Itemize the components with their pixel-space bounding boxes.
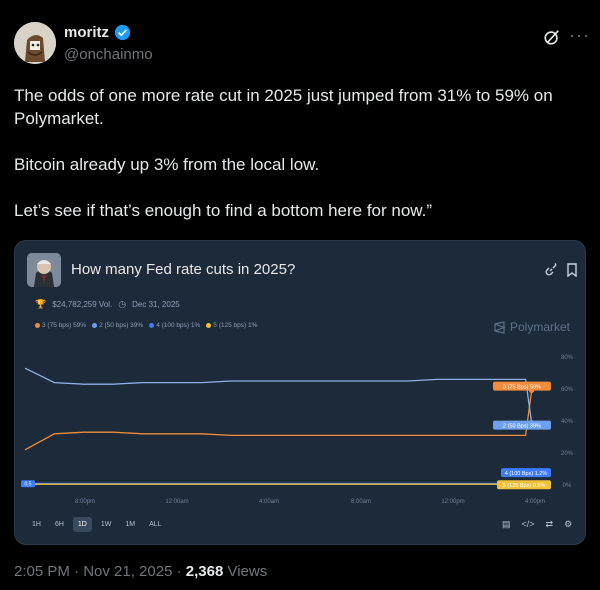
avatar[interactable] [14, 22, 56, 64]
chart-legend: 3 (75 bps) 59% 2 (50 bps) 39% 4 (100 bps… [35, 322, 257, 329]
start-label: 0.5 [25, 482, 32, 488]
legend-item: 4 (100 bps) 1% [149, 322, 200, 329]
settings-gear-icon[interactable]: ⚙ [564, 519, 572, 530]
time-range-selector: 1H 6H 1D 1W 1M ALL [27, 517, 167, 532]
verified-badge-icon [114, 24, 131, 41]
end-label: 2 (50 Bps) 39% [503, 424, 541, 430]
bookmark-icon[interactable] [566, 263, 578, 277]
x-tick-label: 8:00am [351, 499, 371, 505]
tweet-text: The odds of one more rate cut in 2025 ju… [14, 84, 586, 245]
y-tick-label: 0% [563, 483, 572, 489]
range-1d[interactable]: 1D [72, 517, 92, 532]
tweet-paragraph: Bitcoin already up 3% from the local low… [14, 155, 320, 174]
range-6h[interactable]: 6H [50, 517, 69, 532]
end-label: 5 (125 Bps) 0.5% [503, 483, 546, 489]
polymarket-card[interactable]: How many Fed rate cuts in 2025? 🏆 $24,78… [14, 240, 586, 545]
settings-sliders-icon[interactable]: ⇄ [546, 519, 554, 530]
timestamp[interactable]: 2:05 PM · Nov 21, 2025 · [14, 563, 186, 580]
series-line [24, 390, 533, 451]
polymarket-logo-icon [494, 320, 506, 334]
chart-tools: ▤ </> ⇄ ⚙ [502, 519, 572, 530]
display-name[interactable]: moritz [64, 24, 109, 41]
market-meta: 🏆 $24,782,259 Vol. ◷ Dec 31, 2025 [35, 299, 180, 310]
clock-icon: ◷ [118, 299, 127, 309]
embed-code-icon[interactable]: </> [522, 519, 535, 530]
more-options-icon[interactable]: ··· [569, 25, 590, 46]
market-thumbnail [27, 253, 61, 287]
link-icon[interactable] [544, 263, 558, 277]
price-chart[interactable]: 80% 60% 40% 20% 0% 8:00pm 12:00am 4:00am 8:00am 1… [15, 341, 586, 511]
y-tick-label: 40% [561, 419, 574, 425]
series-line [24, 367, 533, 423]
document-icon[interactable]: ▤ [502, 519, 511, 530]
author-handle[interactable]: @onchainmo [64, 46, 153, 63]
legend-item: 5 (125 bps) 1% [206, 322, 257, 329]
legend-item: 2 (50 bps) 39% [92, 322, 143, 329]
x-tick-label: 12:00pm [441, 499, 464, 505]
author-name-row[interactable]: moritz [64, 24, 131, 41]
range-1w[interactable]: 1W [96, 517, 117, 532]
tweet-paragraph: Let’s see if that’s enough to find a bot… [14, 201, 433, 220]
range-1m[interactable]: 1M [120, 517, 140, 532]
tweet-paragraph: The odds of one more rate cut in 2025 ju… [14, 86, 553, 128]
trophy-icon: 🏆 [35, 299, 47, 309]
y-tick-label: 20% [561, 451, 574, 457]
end-label: 3 (75 Bps) 59% [503, 385, 541, 391]
market-volume: $24,782,259 Vol. [52, 300, 113, 309]
x-tick-label: 12:00am [165, 499, 188, 505]
tweet-footer: 2:05 PM · Nov 21, 2025 · 2,368 Views [14, 563, 267, 580]
market-end-date: Dec 31, 2025 [132, 300, 180, 309]
range-1h[interactable]: 1H [27, 517, 46, 532]
legend-item: 3 (75 bps) 59% [35, 322, 86, 329]
views-count: 2,368 [185, 563, 224, 580]
polymarket-brand: Polymarket [493, 320, 570, 334]
market-title[interactable]: How many Fed rate cuts in 2025? [71, 261, 295, 278]
end-label: 4 (100 Bps) 1.2% [505, 471, 548, 477]
y-tick-label: 60% [561, 387, 574, 393]
tweet: moritz @onchainmo ··· The odds of one mo… [0, 0, 600, 590]
views-label: Views [223, 563, 268, 580]
range-all[interactable]: ALL [144, 517, 166, 532]
grok-icon[interactable] [543, 28, 561, 46]
y-tick-label: 80% [561, 355, 574, 361]
x-tick-label: 8:00pm [75, 499, 95, 505]
x-tick-label: 4:00pm [525, 499, 545, 505]
x-tick-label: 4:00am [259, 499, 279, 505]
